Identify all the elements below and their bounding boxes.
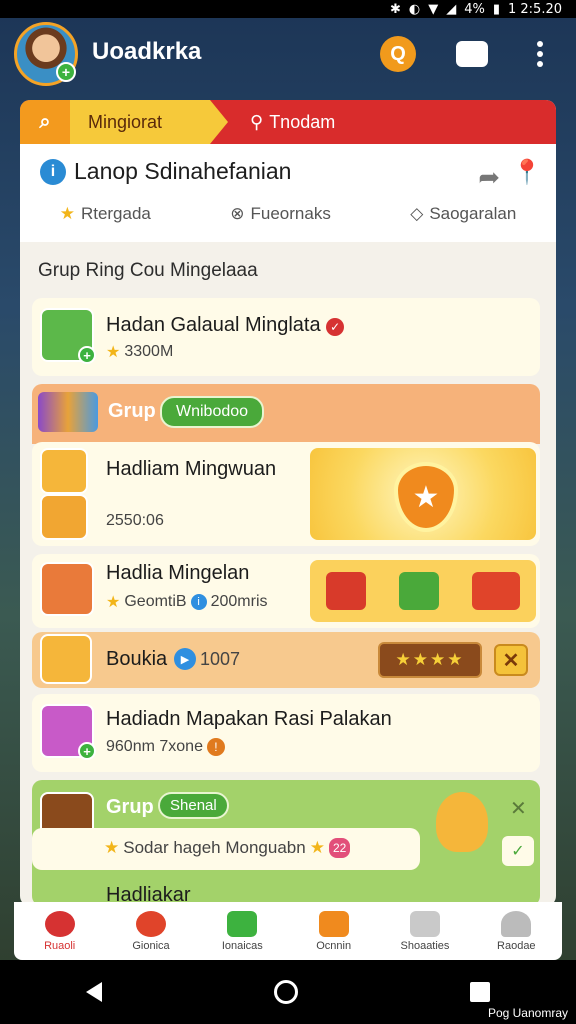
avatar — [40, 448, 88, 494]
app-title: Uoadkrka — [92, 38, 202, 65]
bottom-nav: Ruaoli Gionica Ionaicas Ocnnin Shoaaties… — [14, 902, 562, 960]
item-subtitle-2: 200mris — [210, 593, 268, 610]
glasses-icon: ⊗ — [230, 204, 245, 223]
rating-stars-button[interactable]: ★★★★ — [378, 642, 482, 678]
check-icon[interactable]: ✓ — [502, 836, 534, 866]
main-panel: ⌕ Mingiorat ⚲ Tnodam i Lanop Sdinahefani… — [20, 100, 556, 906]
item-count: 1007 — [200, 648, 241, 669]
group-header: i Lanop Sdinahefanian ➦ 📍 ★ Rtergada ⊗ Fue… — [20, 144, 556, 242]
group-info-pill: ★ Sodar hageh Monguabn ★ 22 — [32, 828, 420, 870]
play-icon: ▶ — [174, 648, 196, 670]
recents-icon[interactable] — [470, 982, 490, 1002]
count-badge: 22 — [328, 838, 351, 858]
chip-saogaralan[interactable]: ◇ Saogaralan — [410, 204, 516, 224]
search-icon[interactable]: ⌕ — [20, 100, 70, 144]
person-icon: ⚲ — [250, 111, 264, 132]
star-icon: ★ — [309, 838, 325, 857]
list-item[interactable]: Boukia ▶ 1007 ★★★★ ✕ — [32, 632, 540, 688]
clock: 1 2:5.20 — [508, 1, 562, 17]
cube-icon — [409, 910, 440, 937]
signal-icon: ◢ — [446, 1, 457, 17]
alert-icon: ! — [206, 738, 225, 756]
wifi-icon: ▼ — [428, 1, 439, 17]
star-icon: ★ — [106, 594, 121, 611]
list-item[interactable]: Hadlia Mingelan ★ GeomtiB i 200mris — [32, 554, 540, 628]
group-header-orange: Grup Wnibodoo — [32, 384, 540, 444]
ticket-icon — [471, 572, 520, 610]
nav-raodae[interactable]: Raodae — [473, 910, 559, 952]
profile-icon — [501, 910, 532, 937]
avatar — [40, 634, 92, 684]
group-card-green[interactable]: + Grup Shenal ★Sodar hageh Monguabn★22 ✕… — [32, 780, 540, 906]
tab-bar: ⌕ Mingiorat ⚲ Tnodam — [20, 100, 556, 144]
item-title: Hadlia Mingelan — [106, 562, 250, 584]
list-item[interactable]: + Hadan Galaual Minglata ✓ ★ 3300M — [32, 298, 540, 376]
gifts-icon — [38, 392, 98, 432]
item-subtitle: 960nm 7xone — [106, 738, 203, 755]
more-menu-icon[interactable] — [522, 36, 558, 72]
item-subtitle: 3300M — [124, 343, 174, 360]
item-subtitle: GeomtiB — [124, 593, 187, 610]
sync-icon: ◐ — [408, 1, 421, 17]
back-icon[interactable] — [86, 982, 102, 1002]
battery-icon: ▮ — [492, 1, 500, 17]
star-icon: ★ — [59, 204, 75, 223]
chat-bubble-icon[interactable]: Q — [380, 36, 416, 72]
item-subtitle: 2550:06 — [106, 512, 164, 529]
info-dot-icon: i — [190, 594, 207, 610]
group-badge[interactable]: Shenal — [158, 792, 229, 819]
item-title: Hadliam Mingwuan — [106, 458, 277, 480]
section-title: Grup Ring Cou Mingelaaa — [38, 260, 258, 281]
battery-percent: 4% — [464, 1, 485, 17]
status-bar: ✱ ◐ ▼ ◢ 4% ▮ 1 2:5.20 — [0, 0, 576, 18]
group-tag: Grup — [106, 796, 154, 818]
star-icon: ★ — [104, 838, 120, 857]
mascot-icon — [436, 792, 488, 852]
add-icon[interactable]: + — [78, 742, 96, 760]
app-bar: + Uoadkrka Q — [0, 18, 576, 92]
item-title: Hadiadn Mapakan Rasi Palakan — [106, 708, 392, 730]
chip-rtergada[interactable]: ★ Rtergada — [60, 204, 151, 224]
badge-icon: ✓ — [326, 318, 345, 336]
item-title: Hadan Galaual Minglata ✓ — [106, 314, 345, 337]
box-icon — [227, 910, 258, 937]
chip-fueornaks[interactable]: ⊗ Fueornaks — [230, 204, 331, 224]
home-circle-icon[interactable] — [274, 980, 298, 1004]
red-gift-icon — [326, 572, 367, 610]
nav-ruaoli[interactable]: Ruaoli — [17, 910, 103, 952]
tab-mingiorat[interactable]: Mingiorat — [70, 100, 228, 144]
tag-icon: ◇ — [410, 204, 424, 223]
close-icon[interactable]: ✕ — [494, 644, 528, 676]
add-profile-icon[interactable]: + — [56, 62, 76, 82]
green-gift-icon — [398, 572, 439, 610]
info-icon[interactable]: i — [40, 158, 66, 185]
nav-shoaaties[interactable]: Shoaaties — [382, 910, 468, 952]
bluetooth-icon: ✱ — [389, 1, 401, 17]
messages-icon[interactable] — [454, 36, 490, 72]
chest-icon — [318, 910, 349, 937]
star-icon: ★ — [106, 344, 121, 361]
tab-tnodam[interactable]: ⚲ Tnodam — [210, 100, 556, 144]
item-title: Boukia — [106, 648, 168, 670]
share-icon[interactable]: ➦ — [478, 162, 500, 193]
pin-icon[interactable]: 📍 — [512, 158, 542, 187]
list-item[interactable]: + Hadiadn Mapakan Rasi Palakan 960nm 7xo… — [32, 694, 540, 772]
target-icon — [135, 910, 166, 937]
nav-ocnnin[interactable]: Ocnnin — [291, 910, 377, 952]
close-icon[interactable]: ✕ — [510, 796, 527, 821]
group-info-text: Sodar hageh Monguabn — [123, 838, 306, 857]
add-icon[interactable]: + — [78, 346, 96, 364]
group-badge[interactable]: Wnibodoo — [160, 396, 265, 428]
nav-ionaicas[interactable]: Ionaicas — [199, 910, 285, 952]
reward-items[interactable] — [310, 560, 536, 622]
group-title: Lanop Sdinahefanian — [74, 158, 292, 184]
group-tag: Grup — [108, 400, 156, 422]
nav-gionica[interactable]: Gionica — [108, 910, 194, 952]
list-item[interactable]: Hadliam Mingwuan 2550:06 ★ — [32, 442, 540, 546]
avatar — [40, 562, 94, 616]
home-icon — [44, 910, 75, 937]
system-label: Pog Uanomray — [487, 1006, 568, 1020]
avatar — [40, 494, 88, 540]
system-nav-bar: Pog Uanomray — [0, 960, 576, 1024]
